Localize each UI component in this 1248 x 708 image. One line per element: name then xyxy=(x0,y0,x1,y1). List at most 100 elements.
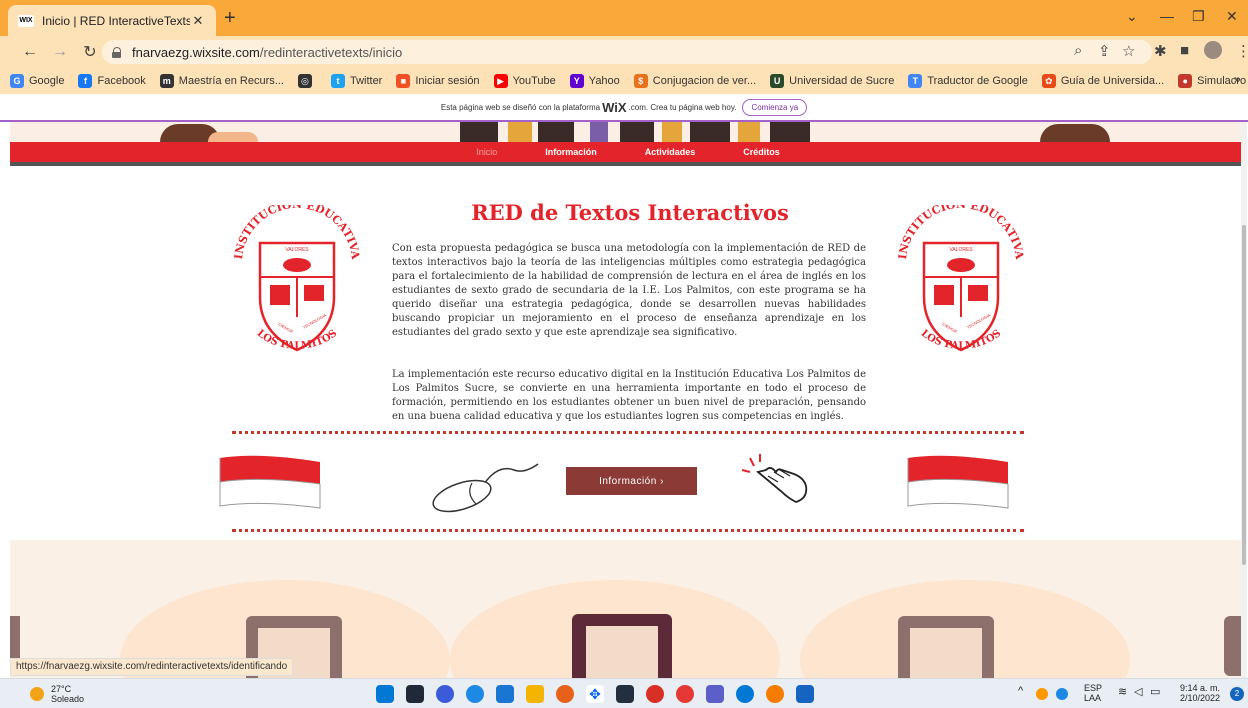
bookmark-label: Maestría en Recurs... xyxy=(178,75,284,87)
lock-icon[interactable] xyxy=(112,46,122,58)
nav-item-creditos[interactable]: Créditos xyxy=(743,147,780,157)
clock[interactable]: 9:14 a. m. 2/10/2022 xyxy=(1180,683,1220,703)
reload-icon[interactable]: ↻ xyxy=(78,42,102,62)
word-icon[interactable] xyxy=(796,685,814,703)
active-tab[interactable]: WIX Inicio | RED InteractiveTexts ✕ xyxy=(8,5,216,36)
notification-badge[interactable]: 2 xyxy=(1230,687,1244,701)
dropbox-icon[interactable]: ✥ xyxy=(586,685,604,703)
battery-icon[interactable]: ▭ xyxy=(1150,685,1160,698)
scrollbar-thumb[interactable] xyxy=(1242,225,1246,565)
amazon-icon[interactable] xyxy=(616,685,634,703)
bookmark-item[interactable]: f Facebook xyxy=(78,74,146,88)
restore-icon[interactable]: ❐ xyxy=(1192,8,1205,25)
bookmark-label: Universidad de Sucre xyxy=(789,75,895,87)
teams-icon[interactable] xyxy=(706,685,724,703)
hero-illustration xyxy=(10,122,1246,142)
share-icon[interactable]: ⇪ xyxy=(1098,42,1111,60)
mail-icon[interactable] xyxy=(496,685,514,703)
nav-item-informacion[interactable]: Información xyxy=(545,147,597,157)
keyboard-layout: LAA xyxy=(1084,693,1102,703)
computer-mouse-icon xyxy=(432,463,539,513)
dotted-divider-bottom xyxy=(232,529,1024,532)
windows-start-icon[interactable] xyxy=(376,685,394,703)
skype-icon[interactable] xyxy=(736,685,754,703)
language-indicator[interactable]: ESP LAA xyxy=(1084,683,1102,703)
back-icon[interactable]: ← xyxy=(18,43,42,61)
bookmark-item[interactable]: Y Yahoo xyxy=(569,74,620,88)
chrome-icon[interactable] xyxy=(646,685,664,703)
crest-motto: VALORES xyxy=(949,247,973,253)
star-icon[interactable]: ☆ xyxy=(1122,42,1135,60)
volume-icon[interactable]: ◁ xyxy=(1134,685,1142,698)
close-tab-icon[interactable]: ✕ xyxy=(190,13,206,29)
minimize-icon[interactable]: — xyxy=(1160,8,1174,24)
clock-time: 9:14 a. m. xyxy=(1180,683,1221,693)
bookmark-favicon-icon: m xyxy=(159,74,174,88)
bookmark-favicon-icon: U xyxy=(770,74,785,88)
office-icon[interactable] xyxy=(676,685,694,703)
edge-icon[interactable] xyxy=(466,685,484,703)
bookmark-favicon-icon: ◎ xyxy=(297,74,312,88)
bookmark-item[interactable]: ■ Iniciar sesión xyxy=(396,74,480,88)
school-crest-right: INSTITUCION EDUCATIVA VALORES CIENCIA TE… xyxy=(896,205,1026,352)
chat-icon[interactable] xyxy=(436,685,454,703)
sidepanel-icon[interactable]: ■ xyxy=(1180,42,1189,59)
file-explorer-icon[interactable] xyxy=(526,685,544,703)
bookmarks-bar: G Google f Facebook m Maestría en Recurs... ◎ t… xyxy=(0,68,1248,94)
chrome-active-icon[interactable] xyxy=(766,685,784,703)
informacion-button[interactable]: Información › xyxy=(566,467,697,495)
url-path: /redinteractivetexts/inicio xyxy=(259,44,403,60)
bookmark-favicon-icon: ● xyxy=(1178,74,1193,88)
bookmark-item[interactable]: t Twitter xyxy=(330,74,383,88)
wix-favicon-icon: WIX xyxy=(18,14,34,27)
flag-icon xyxy=(907,455,1009,509)
bookmark-favicon-icon: G xyxy=(10,74,24,88)
tray-app-icon-2[interactable] xyxy=(1056,688,1068,700)
close-window-icon[interactable]: ✕ xyxy=(1226,8,1238,25)
profile-avatar[interactable] xyxy=(1204,41,1222,59)
bookmark-label: Guía de Universida... xyxy=(1060,75,1165,87)
firefox-icon[interactable] xyxy=(556,685,574,703)
tray-app-icon[interactable] xyxy=(1036,688,1048,700)
bookmark-item[interactable]: ▶ YouTube xyxy=(493,74,556,88)
bookmark-favicon-icon: $ xyxy=(633,74,648,88)
chevron-down-icon[interactable]: ⌄ xyxy=(1126,8,1138,25)
temperature: 27°C xyxy=(51,684,72,694)
bookmark-item[interactable]: ◎ xyxy=(297,74,317,88)
extensions-icon[interactable]: ✱ xyxy=(1154,42,1167,60)
site-nav-menu: Inicio Información Actividades Créditos xyxy=(10,142,1246,162)
page-title: RED de Textos Interactivos xyxy=(471,200,789,225)
forward-icon[interactable]: → xyxy=(48,43,72,61)
bookmarks-overflow-icon[interactable]: » xyxy=(1234,72,1241,86)
bookmark-label: Traductor de Google xyxy=(927,75,1028,87)
bookmark-label: YouTube xyxy=(512,75,556,87)
task-view-icon[interactable] xyxy=(406,685,424,703)
nav-item-inicio[interactable]: Inicio xyxy=(476,147,497,157)
bookmark-favicon-icon: ✿ xyxy=(1041,74,1056,88)
bookmark-favicon-icon: Y xyxy=(569,74,584,88)
bookmark-item[interactable]: $ Conjugacion de ver... xyxy=(633,74,756,88)
nav-item-actividades[interactable]: Actividades xyxy=(645,147,696,157)
new-tab-button[interactable]: + xyxy=(224,8,236,28)
second-paragraph: La implementación este recurso educativo… xyxy=(392,369,866,422)
tray-chevron-up-icon[interactable]: ^ xyxy=(1018,685,1023,697)
zoom-icon[interactable]: ⌕ xyxy=(1074,42,1082,59)
bookmark-label: Twitter xyxy=(349,75,383,87)
clock-date: 2/10/2022 xyxy=(1180,693,1221,703)
menu-dots-icon[interactable]: ⋮ xyxy=(1236,42,1248,60)
bookmark-favicon-icon: f xyxy=(78,74,93,88)
bookmark-item[interactable]: U Universidad de Sucre xyxy=(770,74,894,88)
bookmark-label: Iniciar sesión xyxy=(415,75,480,87)
school-crest-left: INSTITUCION EDUCATIVA VALORES CIENCIA TE… xyxy=(232,205,362,352)
url-host: fnarvaezg.wixsite.com xyxy=(132,44,260,60)
wifi-icon[interactable]: ≋ xyxy=(1118,685,1127,698)
start-now-button[interactable]: Comienza ya xyxy=(742,98,808,116)
bookmark-item[interactable]: ✿ Guía de Universida... xyxy=(1041,74,1165,88)
wix-banner-text: Esta página web se diseñó con la platafo… xyxy=(440,102,601,112)
bookmark-item[interactable]: T Traductor de Google xyxy=(908,74,1028,88)
weather-widget[interactable]: 27°C Soleado xyxy=(30,684,84,704)
bookmark-item[interactable]: m Maestría en Recurs... xyxy=(159,74,284,88)
hand-click-icon xyxy=(741,454,808,503)
crest-motto: VALORES xyxy=(285,247,309,253)
bookmark-item[interactable]: G Google xyxy=(10,74,64,88)
